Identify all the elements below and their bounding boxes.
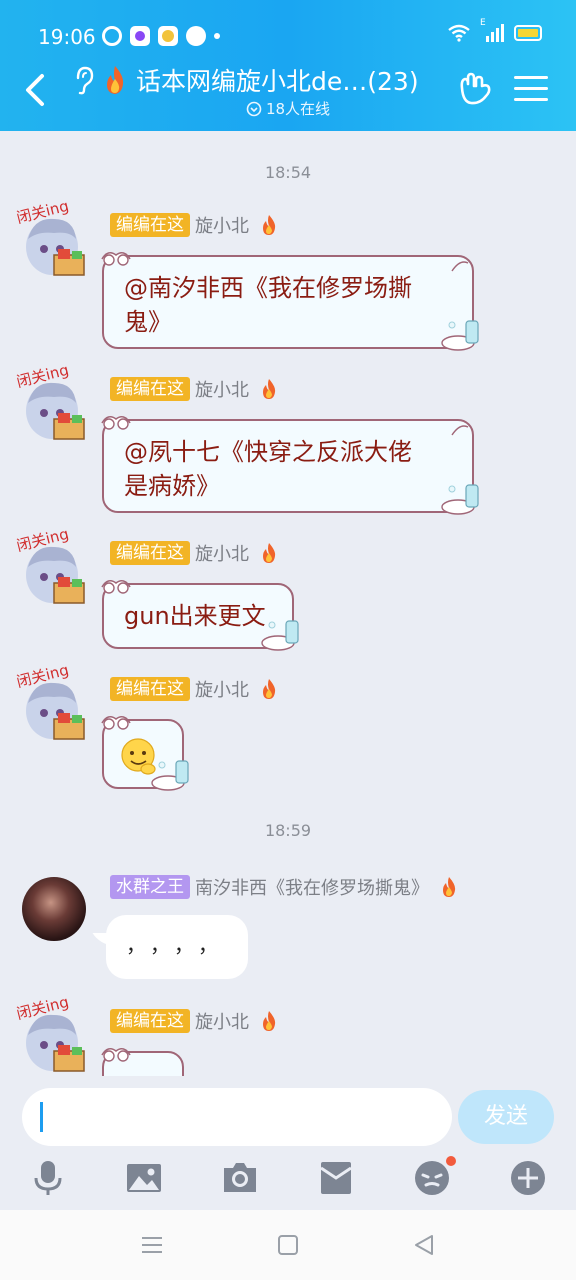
menu-line [514, 76, 548, 79]
message-text-line: @南汐非西《我在修罗场撕 [124, 274, 412, 302]
bath-decoration-icon [151, 760, 189, 791]
app-notification-icon [158, 26, 178, 46]
text-caret [40, 1102, 43, 1132]
member-badge: 编编在这 [110, 1009, 190, 1033]
menu-icon[interactable] [138, 1232, 166, 1258]
sender-name[interactable]: 旋小北 [195, 676, 249, 702]
sender-row: 编编在这 旋小北 [110, 1009, 279, 1033]
message-list[interactable]: 18:54 闭关ing 编编在这 旋小北 @南汐非西《我在修罗场撕 鬼》 闭关i… [0, 131, 576, 1076]
bath-decoration-icon [261, 620, 299, 651]
system-icons: E [448, 18, 542, 42]
ear-icon [76, 66, 94, 95]
sender-row: 编编在这 旋小北 [110, 677, 279, 701]
chat-title: 话本网编旋小北de…(23) [136, 67, 419, 96]
message-text-line: @夙十七《快穿之反派大佬 [124, 438, 412, 466]
time-separator: 18:59 [264, 821, 312, 840]
network-type: E [480, 18, 486, 28]
message-text-line: 是病娇》 [124, 472, 220, 500]
glasses-decoration-icon [101, 579, 131, 594]
sender-row: 编编在这 旋小北 [110, 377, 279, 401]
system-navbar [0, 1210, 576, 1280]
time-separator: 18:54 [264, 163, 312, 182]
glasses-decoration-icon [101, 715, 131, 730]
wifi-icon [448, 24, 470, 42]
sender-name[interactable]: 旋小北 [195, 212, 249, 238]
status-time: 19:06 [38, 25, 96, 49]
online-icon [246, 101, 262, 117]
fire-icon [263, 679, 276, 699]
bath-decoration-icon [441, 320, 479, 351]
sender-row: 水群之王 南汐非西《我在修罗场撕鬼》 [110, 875, 459, 899]
avatar[interactable] [22, 877, 86, 941]
status-bar: 19:06 E [0, 18, 576, 54]
fire-icon [263, 543, 276, 563]
notification-dot [446, 1156, 456, 1166]
member-badge: 水群之王 [110, 875, 190, 899]
battery-icon [514, 25, 542, 41]
member-badge: 编编在这 [110, 677, 190, 701]
sender-row: 编编在这 旋小北 [110, 541, 279, 565]
message-bubble[interactable]: @夙十七《快穿之反派大佬 是病娇》 [101, 415, 479, 515]
avatar[interactable]: 闭关ing [14, 197, 90, 279]
back-icon[interactable] [410, 1232, 438, 1258]
online-text: 18人在线 [265, 100, 331, 118]
message-bubble[interactable] [101, 715, 189, 791]
image-icon[interactable] [124, 1158, 164, 1198]
sender-name[interactable]: 旋小北 [195, 1008, 249, 1034]
plus-icon[interactable] [508, 1158, 548, 1198]
leaf-decoration-icon [451, 261, 469, 272]
message-bubble[interactable]: ，，，， [106, 915, 248, 979]
menu-line [514, 98, 548, 101]
sender-row: 编编在这 旋小北 [110, 213, 279, 237]
member-badge: 编编在这 [110, 541, 190, 565]
message-text: gun出来更文 [124, 602, 266, 630]
home-icon[interactable] [274, 1232, 302, 1258]
browser-icon [102, 26, 122, 46]
fire-icon [263, 1011, 276, 1031]
message-bubble[interactable] [101, 1047, 184, 1076]
camera-icon[interactable] [220, 1158, 260, 1198]
sender-name[interactable]: 南汐非西《我在修罗场撕鬼》 [195, 874, 429, 900]
microphone-icon[interactable] [28, 1158, 68, 1198]
avatar[interactable]: 闭关ing [14, 993, 90, 1075]
fire-icon [263, 215, 276, 235]
app-notification-icon [130, 26, 150, 46]
leaf-decoration-icon [451, 425, 469, 436]
message-text-line: 鬼》 [124, 308, 172, 336]
avatar[interactable]: 闭关ing [14, 361, 90, 443]
message-bubble[interactable]: @南汐非西《我在修罗场撕 鬼》 [101, 251, 479, 351]
avatar[interactable]: 闭关ing [14, 661, 90, 743]
fire-icon [107, 66, 124, 94]
fire-icon [443, 877, 456, 897]
message-text: ，，，， [126, 933, 232, 957]
send-button[interactable]: 发送 [458, 1090, 554, 1144]
member-badge: 编编在这 [110, 213, 190, 237]
sender-name[interactable]: 旋小北 [195, 540, 249, 566]
avatar[interactable]: 闭关ing [14, 525, 90, 607]
glasses-decoration-icon [101, 1047, 131, 1062]
palette-icon [186, 26, 206, 46]
menu-line [514, 87, 548, 90]
member-badge: 编编在这 [110, 377, 190, 401]
message-bubble[interactable]: gun出来更文 [101, 579, 299, 651]
notification-icons [102, 26, 220, 46]
emoji-button[interactable] [412, 1156, 456, 1198]
message-input[interactable] [22, 1088, 452, 1146]
group-app-icon[interactable] [456, 70, 494, 108]
signal-icon: E [480, 18, 504, 42]
toolbar [0, 1156, 576, 1204]
more-notifications-dot [214, 33, 220, 39]
composer: 发送 [0, 1076, 576, 1210]
sender-name[interactable]: 旋小北 [195, 376, 249, 402]
menu-button[interactable] [514, 76, 548, 106]
fire-icon [263, 379, 276, 399]
glasses-decoration-icon [101, 415, 131, 430]
bath-decoration-icon [441, 484, 479, 515]
glasses-decoration-icon [101, 251, 131, 266]
red-packet-icon[interactable] [316, 1158, 356, 1198]
chat-header: 19:06 E 话本网编旋小北de…(23) 18人在线 [0, 0, 576, 131]
chat-title-area[interactable]: 话本网编旋小北de…(23) [70, 60, 450, 100]
